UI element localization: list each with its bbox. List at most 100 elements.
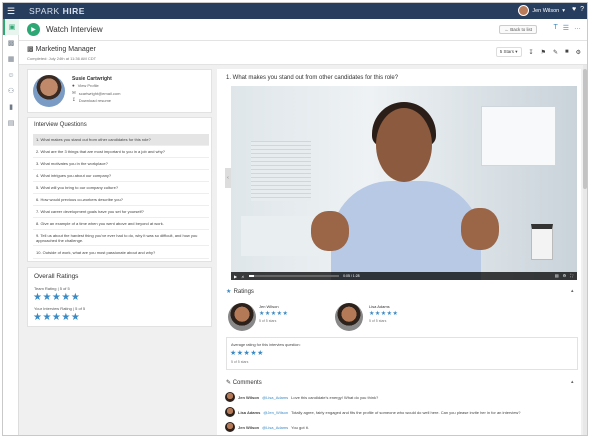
rater-name: Jen Wilson [259, 304, 279, 309]
avatar [518, 5, 530, 16]
download-resume-link[interactable]: ↧ Download resume [72, 97, 111, 103]
more-icon[interactable]: … [574, 24, 581, 32]
stars-dropdown[interactable]: 5 Stars ▾ [495, 47, 522, 57]
video-right-controls: ▤ ⚙ ⛶ [555, 273, 573, 278]
comment-row: Jen Wilson @Lisa_Adams You got it. [225, 420, 577, 434]
comment-mention[interactable]: @Lisa_Adams [262, 395, 288, 400]
question-item[interactable]: 3. What motivates you in the workplace? [33, 158, 209, 170]
video-player[interactable]: ▶ ♬ 0:05 / 1:28 ▤ ⚙ ⛶ [231, 86, 577, 280]
job-completed-date: Completed: July 24th at 11:36 AM CDT [27, 56, 97, 61]
candidate-avatar [33, 75, 65, 107]
download-resume-text: Download resume [78, 97, 112, 103]
sidebar-item-calendar[interactable]: ▦ [3, 51, 19, 67]
job-title-text: Marketing Manager [35, 46, 96, 53]
download-icon[interactable]: ↧ [529, 49, 534, 56]
sidebar-item-settings[interactable]: ▤ [3, 115, 19, 131]
sidebar-item-team[interactable]: ⚇ [3, 83, 19, 99]
top-icons: ♥ ? [572, 6, 584, 13]
candidate-name: Susie Cartwright [72, 76, 112, 82]
sidebar-item-interviews[interactable]: ▣ [3, 19, 19, 35]
chart-icon: ▮ [9, 104, 13, 111]
captions-icon[interactable]: ▤ [555, 273, 559, 278]
list-icon[interactable]: ☰ [563, 24, 569, 32]
scrollbar-thumb[interactable] [583, 69, 587, 189]
sidebar-item-reports[interactable]: ▮ [3, 99, 19, 115]
question-item[interactable]: 1. What makes you stand out from other c… [33, 134, 209, 146]
fullscreen-icon[interactable]: ⛶ [570, 273, 573, 278]
volume-icon[interactable]: ♬ [241, 274, 245, 279]
avatar [225, 392, 235, 402]
question-item[interactable]: 6. How would previous co-workers describ… [33, 194, 209, 206]
calendar-icon: ▦ [7, 56, 15, 63]
question-item[interactable]: 2. What are the 3 things that are most i… [33, 146, 209, 158]
view-profile-text: View Profile [77, 83, 99, 88]
person-body [331, 181, 481, 280]
comment-text: You got it. [291, 424, 309, 430]
sidebar-item-candidates[interactable]: ☺ [3, 67, 19, 83]
team-icon: ⚇ [7, 88, 15, 95]
ratings-title: ★ Ratings [226, 288, 254, 295]
tag-icon[interactable]: ⚑ [541, 49, 546, 56]
comment-mention[interactable]: @Lisa_Adams [262, 425, 288, 430]
comment-icon: ✎ [226, 380, 232, 386]
current-question-title: 1. What makes you stand out from other c… [226, 75, 399, 81]
average-rating-text: 5 of 5 stars [231, 360, 249, 364]
page-header: ▶ Watch Interview ← Back to list T ☰ … [19, 19, 587, 41]
comment-mention[interactable]: @Jen_Wilson [263, 410, 288, 415]
heart-icon[interactable]: ♥ [572, 6, 576, 13]
video-time: 0:05 / 1:28 [343, 274, 360, 278]
watch-icon: ▶ [27, 23, 40, 36]
logo-text-b: HIRE [62, 6, 85, 16]
comments-title-text: Comments [232, 380, 262, 386]
back-to-list-button[interactable]: ← Back to list [499, 25, 537, 34]
team-rating-stars: ★★★★★ [33, 292, 81, 303]
collapse-comments-icon[interactable]: ▴ [571, 379, 574, 385]
collapse-ratings-icon[interactable]: ▴ [571, 288, 574, 294]
page-title: Watch Interview [46, 25, 103, 34]
job-title: ▩ Marketing Manager [27, 45, 96, 53]
gear-icon[interactable]: ⚙ [576, 49, 581, 56]
comment-text: Love this candidate's energy! What do yo… [291, 394, 379, 400]
user-menu[interactable]: Jen Wilson ▾ [518, 5, 565, 16]
overall-ratings-card: Overall Ratings Team Rating | 5 of 5 ★★★… [27, 267, 212, 327]
ratings-title-text: Ratings [233, 289, 254, 295]
spark-hire-logo[interactable]: SPARK HIRE [29, 6, 85, 16]
window-blinds [251, 141, 311, 201]
candidate-email[interactable]: ✉ scartwright@email.com [72, 90, 120, 96]
question-item[interactable]: 8. Give an example of a time when you we… [33, 218, 209, 230]
menu-icon[interactable]: ☰ [3, 3, 19, 19]
video-progress-bar[interactable] [249, 275, 340, 277]
comment-author: Lisa Adams [238, 409, 261, 415]
briefcase-icon: ▩ [27, 46, 34, 53]
archive-icon[interactable]: ■ [565, 49, 569, 55]
avatar [225, 407, 235, 417]
share-icon[interactable]: ✎ [553, 49, 558, 56]
comments-title: ✎ Comments [226, 379, 262, 386]
question-item[interactable]: 7. What career development goals have yo… [33, 206, 209, 218]
top-bar: ☰ SPARK HIRE Jen Wilson ▾ ♥ ? [3, 3, 587, 19]
page-scrollbar[interactable] [583, 65, 587, 435]
comment-text: Totally agree, fairly engaged and fits t… [291, 409, 521, 415]
avatar [225, 422, 235, 432]
comment-row: Lisa Adams @Jen_Wilson Totally agree, fa… [225, 405, 577, 419]
question-item[interactable]: 10. Outside of work, what are you most p… [33, 247, 209, 259]
person-hand-right [461, 208, 499, 250]
filter-icon[interactable]: T [553, 24, 557, 32]
question-item[interactable]: 5. What will you bring to our company cu… [33, 182, 209, 194]
comment-author: Jen Wilson [238, 394, 260, 400]
question-item[interactable]: 9. Tell us about the hardest thing you'v… [33, 230, 209, 246]
view-profile-link[interactable]: ● View Profile [72, 83, 99, 88]
logo-text-a: SPARK [29, 6, 60, 16]
sidebar: ▣ ▩ ▦ ☺ ⚇ ▮ ▤ [3, 19, 19, 435]
your-rating-label: Your Interview Rating | 5 of 5 [34, 306, 86, 311]
mail-icon: ✉ [72, 90, 76, 95]
your-rating-stars[interactable]: ★★★★★ [33, 312, 80, 323]
help-icon[interactable]: ? [580, 6, 584, 13]
rater-stars: ★★★★★ [259, 311, 289, 317]
question-item[interactable]: 4. What intrigues you about our company? [33, 170, 209, 182]
play-icon[interactable]: ▶ [234, 274, 237, 279]
sidebar-item-jobs[interactable]: ▩ [3, 35, 19, 51]
video-controls: ▶ ♬ 0:05 / 1:28 ▤ ⚙ ⛶ [231, 272, 577, 280]
settings-icon[interactable]: ⚙ [563, 273, 567, 278]
sub-header: ▩ Marketing Manager Completed: July 24th… [19, 41, 587, 65]
